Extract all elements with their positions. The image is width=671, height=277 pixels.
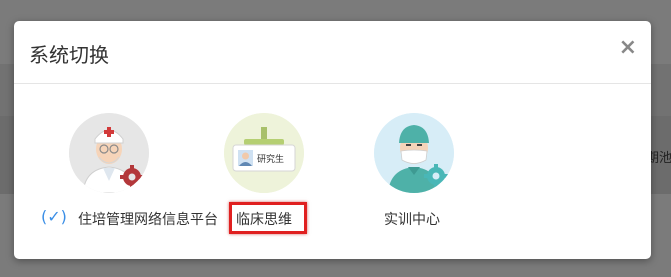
system-label[interactable]: 住培管理网络信息平台 xyxy=(78,209,218,229)
selected-check-icon: (✓) xyxy=(41,207,67,226)
doctor-gear-icon[interactable] xyxy=(69,113,149,193)
system-list: (✓) 住培管理网络信息平台 研究生 临床思维 实训中心 xyxy=(14,83,651,259)
dialog-title: 系统切换 xyxy=(29,43,109,67)
system-switch-dialog: 系统切换 × (✓) 住培管理网络信息平台 研究生 临床思维 实训中心 xyxy=(14,21,651,259)
system-label[interactable]: 实训中心 xyxy=(384,209,440,229)
graduate-badge-icon[interactable]: 研究生 xyxy=(224,113,304,193)
system-label[interactable]: 临床思维 xyxy=(236,209,292,229)
surgeon-gear-icon[interactable] xyxy=(374,113,454,193)
badge-text: 研究生 xyxy=(257,153,284,165)
dialog-header: 系统切换 × xyxy=(14,21,651,84)
close-icon[interactable]: × xyxy=(619,37,637,59)
